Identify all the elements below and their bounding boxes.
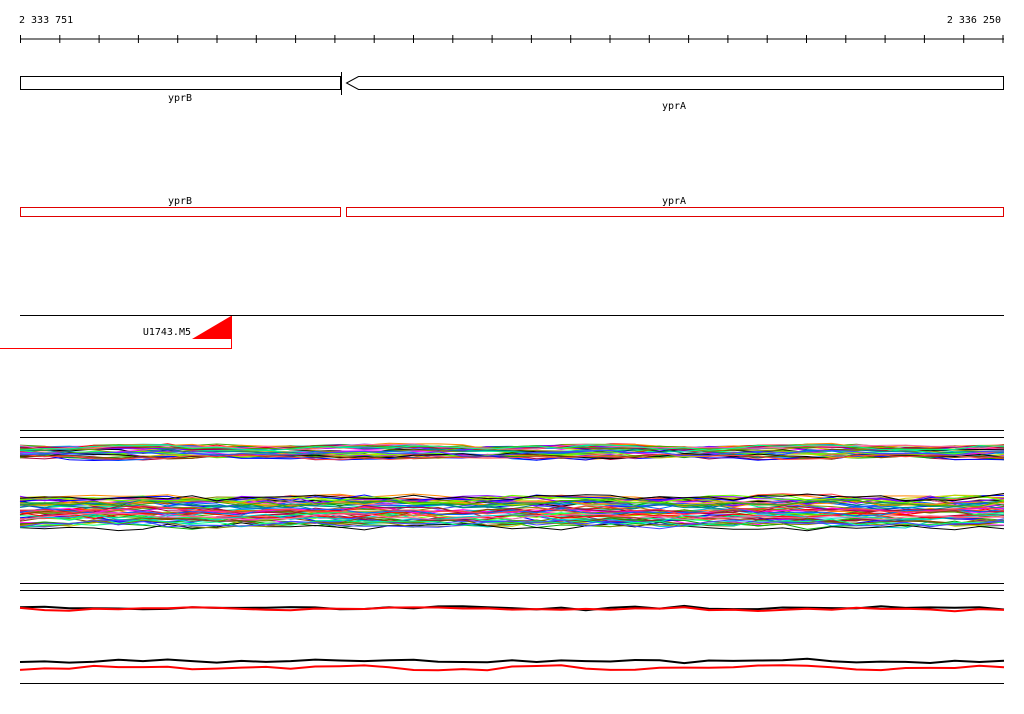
panel-2-profile-lines: [19, 493, 1005, 532]
coordinate-ruler: 2 333 751 2 336 250: [19, 15, 1004, 43]
cds-yprB-label: yprB: [168, 196, 192, 207]
aggregate-line-black: [19, 657, 1005, 665]
aggregate-panel-4: [19, 657, 1005, 684]
ruler-start-label: 2 333 751: [19, 15, 73, 26]
cds-yprA-box[interactable]: [346, 207, 1004, 217]
cds-yprA-label: yprA: [662, 196, 686, 207]
panel-4-profile-lines: [19, 657, 1005, 672]
gene-yprA-label: yprA: [662, 101, 686, 112]
feature-strength-wedge-icon: [192, 316, 231, 339]
panel-3-profile-lines: [19, 604, 1005, 613]
cds-track: yprB yprA: [20, 196, 1004, 217]
aggregate-panel-3: [19, 583, 1005, 613]
expression-panel-1: [19, 430, 1005, 462]
feature-track: U1743.M5: [0, 315, 1004, 349]
gene-track: yprB yprA: [20, 72, 1004, 112]
aggregate-line-red: [19, 664, 1005, 672]
cds-yprB-box[interactable]: [20, 207, 341, 217]
panel-1-profile-lines: [19, 442, 1005, 462]
feature-label: U1743.M5: [143, 327, 191, 338]
gene-yprB-box[interactable]: [20, 76, 341, 90]
ruler-end-label: 2 336 250: [947, 15, 1001, 26]
genome-browser-canvas: 2 333 751 2 336 250 yprB yprA yprB yprA …: [0, 15, 1005, 684]
expression-panel-2: [19, 493, 1005, 532]
gene-yprA-arrow[interactable]: [345, 76, 1004, 90]
gene-yprB-label: yprB: [168, 93, 192, 104]
